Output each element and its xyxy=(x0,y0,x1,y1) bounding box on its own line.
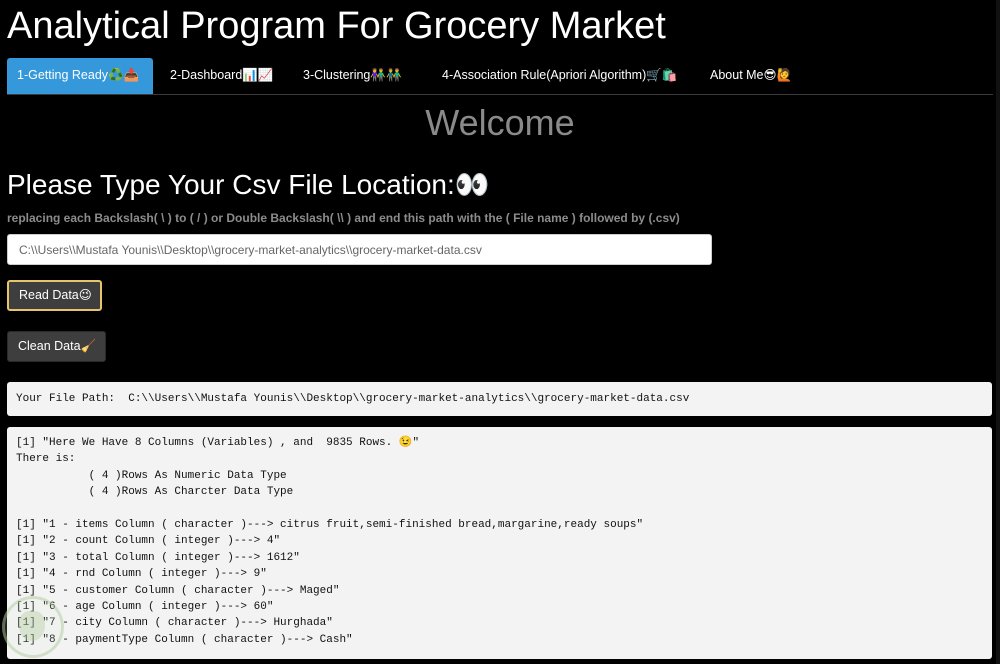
console-line: ( 4 )Rows As Charcter Data Type xyxy=(16,486,294,499)
console-line: [1] "Here We Have 8 Columns (Variables) … xyxy=(16,437,420,449)
tab-bar: 1-Getting Ready♻️📥 2-Dashboard📊📈 3-Clust… xyxy=(7,58,993,95)
console-line: [1] "2 - count Column ( integer )---> 4" xyxy=(16,535,281,548)
watermark-logo-icon xyxy=(2,596,64,658)
console-line: [1] "5 - customer Column ( character )--… xyxy=(16,584,340,597)
app-window: Analytical Program For Grocery Market 1-… xyxy=(0,0,1000,664)
console-line: [1] "3 - total Column ( integer )---> 16… xyxy=(16,551,300,564)
tab-about-me[interactable]: About Me😎🙋 xyxy=(700,58,802,94)
file-path-output: Your File Path: C:\\Users\\Mustafa Youni… xyxy=(7,382,992,416)
console-output: [1] "Here We Have 8 Columns (Variables) … xyxy=(7,427,992,659)
welcome-heading: Welcome xyxy=(425,102,575,143)
csv-location-heading: Please Type Your Csv File Location:👀 xyxy=(7,169,490,200)
console-line: [1] "8 - paymentType Column ( character … xyxy=(16,633,353,646)
console-line: [1] "6 - age Column ( integer )---> 60" xyxy=(16,600,274,613)
read-data-button[interactable]: Read Data😉 xyxy=(7,280,102,311)
tab-dashboard[interactable]: 2-Dashboard📊📈 xyxy=(160,58,283,94)
path-hint-text: replacing each Backslash( \ ) to ( / ) o… xyxy=(7,211,680,225)
console-line: ( 4 )Rows As Numeric Data Type xyxy=(16,469,287,482)
csv-path-input[interactable] xyxy=(7,234,712,265)
console-line: [1] "4 - rnd Column ( integer )---> 9" xyxy=(16,568,267,581)
tab-association-rule[interactable]: 4-Association Rule(Apriori Algorithm)🛒🛍️ xyxy=(432,58,687,94)
console-line: There is: xyxy=(16,453,76,466)
console-line: [1] "7 - city Column ( character )---> H… xyxy=(16,617,333,630)
tab-getting-ready[interactable]: 1-Getting Ready♻️📥 xyxy=(7,58,153,94)
console-line: [1] "1 - items Column ( character )---> … xyxy=(16,518,644,531)
clean-data-button[interactable]: Clean Data🧹 xyxy=(7,331,106,362)
page-scrollbar[interactable] xyxy=(996,0,1000,664)
tab-clustering[interactable]: 3-Clustering👫👬 xyxy=(293,58,412,94)
watermark-logo-shape xyxy=(19,611,45,641)
app-title: Analytical Program For Grocery Market xyxy=(7,5,666,47)
